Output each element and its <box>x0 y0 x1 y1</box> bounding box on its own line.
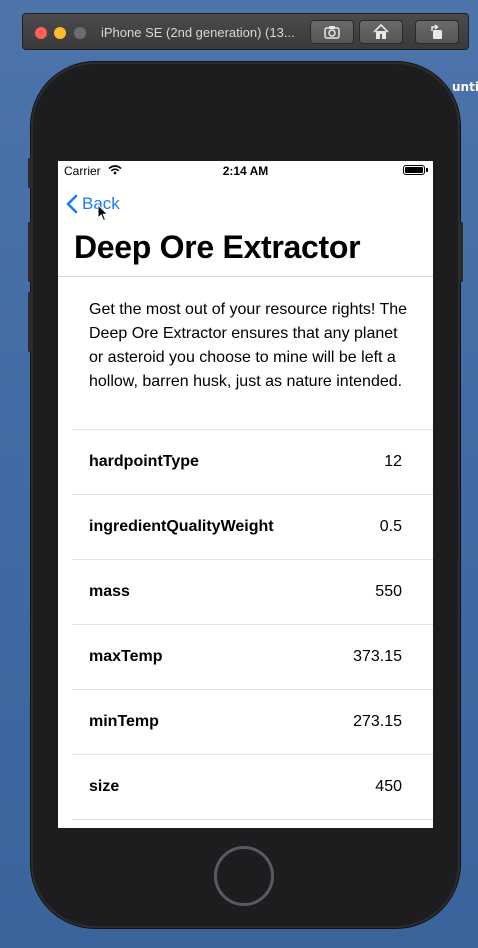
status-time: 2:14 AM <box>222 164 269 178</box>
property-value: 550 <box>375 583 402 600</box>
table-row[interactable]: mass 550 <box>72 559 433 624</box>
title-divider <box>58 276 433 277</box>
back-button[interactable]: Back <box>66 191 120 217</box>
item-description: Get the most out of your resource rights… <box>89 301 408 390</box>
property-key: maxTemp <box>89 648 163 665</box>
volume-down-button <box>28 292 31 352</box>
power-button <box>460 222 463 282</box>
page-title: Deep Ore Extractor <box>74 229 361 265</box>
app-screen: Carrier 2:14 AM Back Deep Ore Extractor … <box>58 161 433 828</box>
mute-switch <box>28 158 31 188</box>
property-value: 273.15 <box>353 713 402 730</box>
desktop-file-label[interactable]: unti <box>452 80 478 94</box>
simulator-titlebar[interactable]: iPhone SE (2nd generation) (13... <box>22 13 469 50</box>
close-window-button[interactable] <box>35 27 47 39</box>
property-value: 0.5 <box>379 518 402 535</box>
properties-list: hardpointType 12 ingredientQualityWeight… <box>72 429 433 828</box>
minimize-window-button[interactable] <box>54 27 66 39</box>
battery-tip <box>426 168 428 172</box>
window-title: iPhone SE (2nd generation) (13... <box>101 25 295 40</box>
status-bar: Carrier 2:14 AM <box>58 161 433 181</box>
home-icon <box>373 23 389 39</box>
property-value: 12 <box>384 453 402 470</box>
table-row[interactable] <box>72 819 433 828</box>
rotate-button[interactable] <box>415 20 459 44</box>
property-key: ingredientQualityWeight <box>89 518 274 535</box>
battery-icon <box>403 165 425 175</box>
zoom-window-button[interactable] <box>74 27 86 39</box>
home-toolbar-button[interactable] <box>359 20 403 44</box>
property-value: 373.15 <box>353 648 402 665</box>
rotate-icon <box>431 24 442 39</box>
table-row[interactable]: minTemp 273.15 <box>72 689 433 754</box>
property-key: size <box>89 778 120 795</box>
property-key: mass <box>89 583 130 600</box>
volume-up-button <box>28 222 31 282</box>
table-row[interactable]: maxTemp 373.15 <box>72 624 433 689</box>
table-row[interactable]: hardpointType 12 <box>72 429 433 494</box>
camera-icon <box>324 26 340 39</box>
chevron-left-icon <box>66 194 78 214</box>
property-value: 450 <box>375 778 402 795</box>
table-row[interactable]: ingredientQualityWeight 0.5 <box>72 494 433 559</box>
home-button[interactable] <box>214 846 274 906</box>
property-key: hardpointType <box>89 453 199 470</box>
table-row[interactable]: size 450 <box>72 754 433 819</box>
mouse-cursor-icon <box>97 204 109 222</box>
screenshot-button[interactable] <box>310 20 354 44</box>
property-key: minTemp <box>89 713 159 730</box>
